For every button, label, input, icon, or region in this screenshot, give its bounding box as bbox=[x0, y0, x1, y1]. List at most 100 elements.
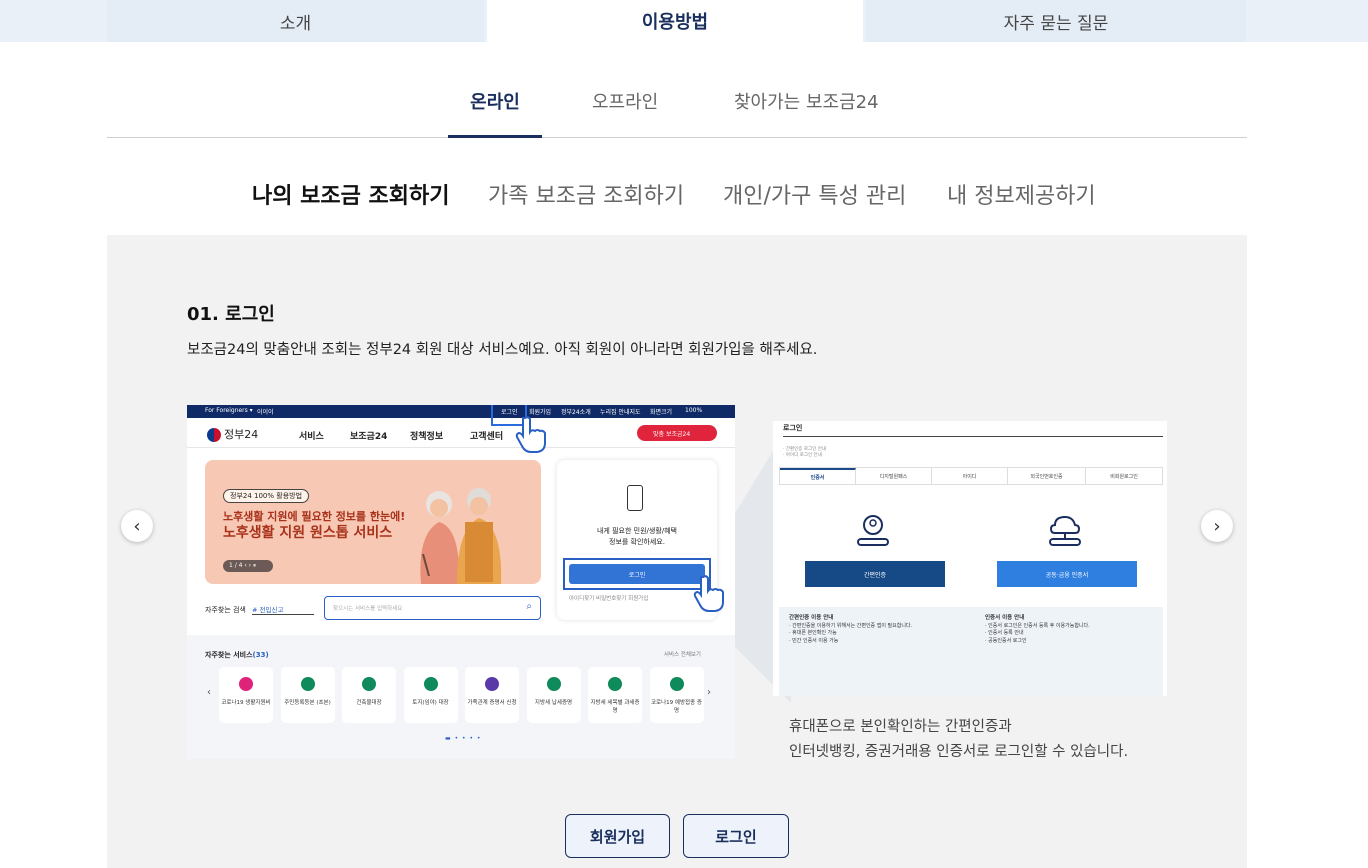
banner-tag: 정부24 100% 활용방법 bbox=[223, 489, 310, 503]
nav-support: 고객센터 bbox=[470, 432, 504, 442]
gov24-logo: 정부24 bbox=[207, 426, 258, 442]
subtab-household-traits[interactable]: 개인/가구 특성 관리 bbox=[723, 178, 906, 210]
hand-cursor-icon bbox=[515, 416, 546, 453]
utility-bar: For Foreigners ▾ 이이이 로그인 회원가입 정부24소개 누리집… bbox=[187, 405, 735, 418]
simple-auth-info: 간편인증 이용 안내 · 간편인증을 이용하기 위해서는 간편인증 앱이 필요합… bbox=[789, 615, 913, 644]
simple-auth-button: 간편인증 bbox=[805, 561, 945, 587]
tab-visiting[interactable]: 찾아가는 보조금24 bbox=[734, 88, 879, 114]
language-link: 이이이 bbox=[257, 409, 274, 416]
frequent-service-card: 지방세 납세증명 bbox=[526, 667, 581, 723]
banner: 정부24 100% 활용방법 노후생활 지원에 필요한 정보를 한눈에! 노후생… bbox=[205, 460, 541, 584]
frequent-service-card: 건축물대장 bbox=[342, 667, 396, 723]
nav-subsidy: 보조금24 bbox=[350, 432, 388, 442]
top-tab-faq[interactable]: 자주 묻는 질문 bbox=[866, 0, 1246, 42]
util-fontsize: 화면크기 bbox=[650, 409, 673, 416]
service-badge-icon bbox=[485, 677, 499, 691]
util-about: 정부24소개 bbox=[561, 409, 591, 416]
hand-cursor-icon bbox=[693, 575, 724, 612]
screenshot-caption: 휴대폰으로 본인확인하는 간편인증과 인터넷뱅킹, 증권거래용 인증서로 로그인… bbox=[789, 719, 1129, 760]
login-page-screenshot: 로그인 · 간편인증 로그인 안내 · 아이디 로그인 안내 인증서 디지털원패… bbox=[773, 421, 1167, 696]
frequent-service-card: 토지(임야) 대장 bbox=[403, 667, 458, 723]
subtab-info-provision[interactable]: 내 정보제공하기 bbox=[947, 178, 1096, 210]
subtab-family-subsidy[interactable]: 가족 보조금 조회하기 bbox=[488, 178, 684, 210]
search-label: 자주찾는 검색 bbox=[205, 606, 246, 614]
gov24-homepage-screenshot: For Foreigners ▾ 이이이 로그인 회원가입 정부24소개 누리집… bbox=[187, 405, 735, 759]
search-box: 찾으시는 서비스를 입력하세요 ⌕ bbox=[324, 596, 541, 620]
chevron-left-icon: ‹ bbox=[207, 687, 211, 698]
login-method-tabs: 인증서 디지털원패스 아이디 외국인번호인증 비회원로그인 bbox=[779, 467, 1163, 485]
login-tab-guest: 비회원로그인 bbox=[1110, 473, 1138, 480]
service-label: 주민등록등본 (초본) bbox=[284, 700, 331, 706]
login-info-section: 간편인증 이용 안내 · 간편인증을 이용하기 위해서는 간편인증 앱이 필요합… bbox=[779, 607, 1163, 696]
frequent-services: 자주찾는 서비스(33) 서비스 전체보기 ‹ › 코로나19 생활지원비 주민등… bbox=[187, 635, 735, 759]
login-button[interactable]: 로그인 bbox=[683, 814, 789, 858]
nav-policy: 정책정보 bbox=[410, 432, 444, 442]
login-tab-id: 아이디 bbox=[932, 468, 1008, 484]
certificate-button: 공동·금융 인증서 bbox=[997, 561, 1137, 587]
subtab-my-subsidy[interactable]: 나의 보조금 조회하기 bbox=[252, 178, 449, 210]
phone-icon bbox=[627, 485, 643, 511]
sub-tab-bar: 나의 보조금 조회하기 가족 보조금 조회하기 개인/가구 특성 관리 내 정보… bbox=[0, 178, 1368, 218]
pager-dots: ▬ • • • • bbox=[445, 735, 482, 742]
chevron-right-icon: › bbox=[707, 687, 711, 698]
person-auth-icon bbox=[857, 515, 889, 546]
service-badge-icon bbox=[546, 677, 561, 691]
banner-line2: 노후생활 지원 원스톱 서비스 bbox=[223, 525, 393, 541]
chevron-right-icon: › bbox=[1213, 515, 1221, 537]
service-label: 지방세 세목별 과세증명 bbox=[590, 700, 640, 714]
step-title: 01. 로그인 bbox=[187, 304, 275, 325]
service-label: 토지(임야) 대장 bbox=[412, 700, 449, 706]
login-tab-foreigner: 외국인번호인증 bbox=[1008, 468, 1086, 484]
util-sitemap: 누리집 안내지도 bbox=[600, 409, 641, 416]
login-tab-cert: 인증서 bbox=[780, 468, 856, 484]
banner-pager: 1 / 4 ‹ › ⏸ bbox=[223, 560, 273, 572]
top-tab-bar: 소개 이용방법 자주 묻는 질문 bbox=[0, 0, 1368, 42]
service-label: 지방세 납세증명 bbox=[534, 700, 573, 706]
frequent-all-link: 서비스 전체보기 bbox=[663, 652, 701, 658]
method-tab-bar: 온라인 오프라인 찾아가는 보조금24 bbox=[107, 66, 1247, 138]
search-keyword-select: # 전입신고 bbox=[252, 602, 314, 615]
chevron-left-icon: ‹ bbox=[133, 515, 141, 537]
login-tab-onepass: 디지털원패스 bbox=[856, 468, 932, 484]
for-foreigners-link: For Foreigners ▾ bbox=[205, 407, 253, 414]
card-text1: 내게 필요한 민원/생활/혜택 bbox=[596, 527, 677, 535]
guide-panel: 01. 로그인 보조금24의 맞춤안내 조회는 정부24 회원 대상 서비스예요… bbox=[107, 235, 1247, 868]
frequent-title: 자주찾는 서비스(33) bbox=[205, 651, 269, 659]
service-badge-icon bbox=[423, 677, 438, 691]
step-description: 보조금24의 맞춤안내 조회는 정부24 회원 대상 서비스예요. 아직 회원이… bbox=[187, 342, 818, 358]
elderly-couple-illustration bbox=[420, 488, 502, 584]
service-badge-icon bbox=[669, 677, 684, 691]
cert-info: 인증서 이용 안내 · 인증서 로그인은 인증서 등록 후 이용가능합니다. ·… bbox=[985, 615, 1090, 644]
service-badge-icon bbox=[608, 677, 622, 691]
service-label: 코로나19 생활지원비 bbox=[221, 700, 271, 706]
card-text2: 정보를 확인하세요. bbox=[609, 538, 665, 546]
signup-button[interactable]: 회원가입 bbox=[565, 814, 670, 858]
frequent-service-card: 코로나19 예방접종 증명 bbox=[649, 667, 704, 723]
certificate-section: 공동·금융 인증서 bbox=[971, 487, 1161, 605]
nav-service: 서비스 bbox=[299, 432, 324, 442]
frequent-service-card: 지방세 세목별 과세증명 bbox=[588, 667, 642, 723]
custom-subsidy-pill: 맞춤 보조금24 bbox=[637, 425, 717, 441]
frequent-service-card: 코로나19 생활지원비 bbox=[219, 667, 273, 723]
login-page-title: 로그인 bbox=[783, 423, 1163, 437]
cloud-cert-icon bbox=[1049, 515, 1081, 546]
card-links: 아이디찾기 비밀번호찾기 회원가입 bbox=[569, 596, 649, 602]
carousel-next-button[interactable]: › bbox=[1201, 510, 1233, 542]
frequent-service-card: 가족관계 증명서 신청 bbox=[465, 667, 519, 723]
taegeuk-icon bbox=[207, 428, 221, 442]
service-badge-icon bbox=[362, 677, 376, 691]
service-badge-icon bbox=[300, 677, 315, 691]
search-placeholder: 찾으시는 서비스를 입력하세요 bbox=[333, 606, 403, 612]
service-badge-icon bbox=[239, 677, 253, 691]
service-label: 가족관계 증명서 신청 bbox=[467, 700, 517, 706]
tab-offline[interactable]: 오프라인 bbox=[592, 88, 658, 114]
frequent-service-card: 주민등록등본 (초본) bbox=[280, 667, 335, 723]
util-zoom: 100% bbox=[685, 407, 703, 414]
tab-online[interactable]: 온라인 bbox=[448, 88, 542, 138]
login-page-notes: · 간편인증 로그인 안내 · 아이디 로그인 안내 bbox=[783, 447, 826, 458]
simple-auth-section: 간편인증 bbox=[779, 487, 969, 605]
top-tab-usage[interactable]: 이용방법 bbox=[487, 0, 863, 42]
top-tab-intro[interactable]: 소개 bbox=[107, 0, 484, 42]
carousel-prev-button[interactable]: ‹ bbox=[121, 510, 153, 542]
service-label: 건축물대장 bbox=[356, 700, 382, 706]
